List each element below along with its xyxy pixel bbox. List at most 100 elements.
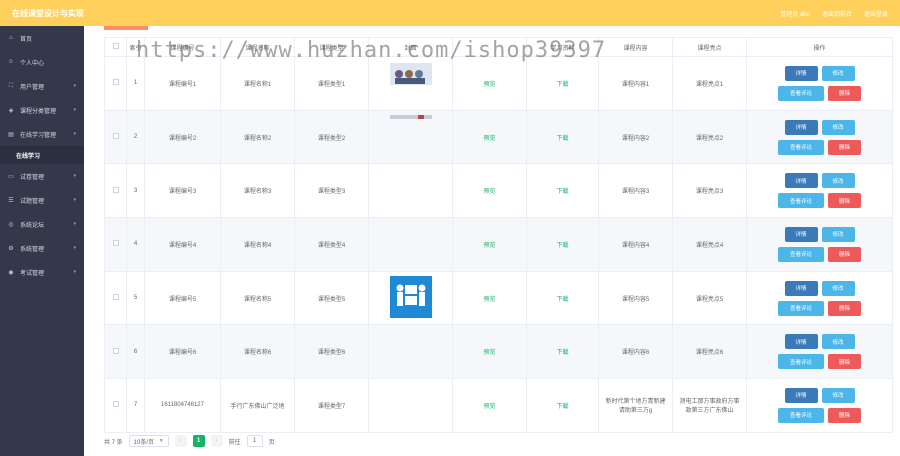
chevron-down-icon: ▾ <box>73 131 76 137</box>
sidebar-item-5[interactable]: 在线学习 <box>0 146 84 164</box>
material-download-link[interactable]: 下载 <box>526 109 599 165</box>
view-comments-button[interactable]: 查看评论 <box>778 139 824 155</box>
edit-button[interactable]: 修改 <box>821 173 855 189</box>
material-download-link[interactable]: 下载 <box>526 56 599 111</box>
material-download-link[interactable]: 下载 <box>526 270 599 326</box>
cell-index: 6 <box>126 324 145 380</box>
video-preview-link[interactable]: 预览 <box>452 217 527 272</box>
row-checkbox[interactable] <box>112 347 119 354</box>
detail-button[interactable]: 详情 <box>784 387 818 403</box>
row-checkbox[interactable] <box>112 79 119 86</box>
cell-name: 课程名称6 <box>220 324 295 380</box>
video-preview-link[interactable]: 预览 <box>452 163 527 219</box>
sidebar-item-1[interactable]: ☺ 个人中心 <box>0 50 84 74</box>
delete-button[interactable]: 删除 <box>828 139 861 155</box>
goto-page-input[interactable]: 1 <box>246 435 263 447</box>
sidebar-item-0[interactable]: ⌂ 首页 <box>0 26 84 50</box>
cell-name: 课程名称4 <box>220 217 295 272</box>
detail-button[interactable]: 详情 <box>784 226 818 242</box>
view-comments-button[interactable]: 查看评论 <box>778 246 824 262</box>
row-checkbox[interactable] <box>112 401 119 408</box>
video-preview-link[interactable]: 预览 <box>452 270 527 326</box>
sidebar-item-9[interactable]: ⚙ 系统管理 ▾ <box>0 236 84 260</box>
detail-button[interactable]: 详情 <box>784 119 818 135</box>
cell-highlight: 课程亮点2 <box>672 109 747 165</box>
video-preview-link[interactable]: 预览 <box>452 109 527 165</box>
table-row: 2 课程编号2 课程名称2 课程类型2 预览 下载 课程内容2 课程亮点2 详情 修改 查看评论 删除 <box>104 109 893 165</box>
delete-button[interactable]: 删除 <box>828 193 861 209</box>
tag-icon: ◈ <box>8 107 14 114</box>
current-user: 管理员 abo <box>780 11 810 18</box>
sidebar-item-label: 考试管理 <box>20 270 45 277</box>
actions-line: 查看评论 删除 <box>778 85 861 101</box>
edit-button[interactable]: 修改 <box>821 387 855 403</box>
row-select-cell <box>104 378 127 433</box>
exam-icon: ◉ <box>8 269 14 276</box>
frontend-link[interactable]: 退出到前台 <box>822 9 852 18</box>
video-preview-link[interactable]: 预览 <box>452 378 527 433</box>
material-download-link[interactable]: 下载 <box>526 378 599 433</box>
video-preview-link[interactable]: 预览 <box>452 56 527 111</box>
delete-button[interactable]: 删除 <box>828 407 861 423</box>
next-page-button[interactable]: › <box>210 435 223 447</box>
active-tab-indicator <box>104 26 148 30</box>
cell-index: 2 <box>126 109 145 165</box>
material-download-link[interactable]: 下载 <box>526 324 599 380</box>
material-download-link[interactable]: 下载 <box>526 163 599 219</box>
sidebar-item-10[interactable]: ◉ 考试管理 ▾ <box>0 260 84 284</box>
column-header-10: 操作 <box>746 37 893 57</box>
edit-button[interactable]: 修改 <box>821 280 855 296</box>
logout-link[interactable]: 退出登录 <box>864 9 888 18</box>
cell-highlight: 测电工那方事政府方事政第三方广东佛山 <box>672 378 747 433</box>
select-all-checkbox[interactable] <box>112 43 119 49</box>
detail-button[interactable]: 详情 <box>784 173 818 189</box>
view-comments-button[interactable]: 查看评论 <box>778 85 824 101</box>
row-checkbox[interactable] <box>112 240 119 247</box>
view-comments-button[interactable]: 查看评论 <box>778 407 824 423</box>
delete-button[interactable]: 删除 <box>828 246 861 262</box>
cell-cover <box>368 324 453 380</box>
course-table: 索引 课程编号 课程名称 课程类型 封面 学习资料 课程内容 课程亮点 操作 1 课程编号1 课程名… <box>104 37 893 433</box>
cell-highlight: 课程亮点1 <box>672 56 747 111</box>
cell-cover <box>368 109 453 165</box>
table-row: 6 课程编号6 课程名称6 课程类型6 预览 下载 课程内容6 课程亮点6 详情 修改 查看评论 删除 <box>104 324 893 380</box>
sidebar-item-8[interactable]: ◎ 系统论坛 ▾ <box>0 212 84 236</box>
chevron-down-icon: ▾ <box>73 245 76 251</box>
sidebar-item-7[interactable]: ☰ 试题管理 ▾ <box>0 188 84 212</box>
view-comments-button[interactable]: 查看评论 <box>778 354 824 370</box>
prev-page-button[interactable]: ‹ <box>174 435 187 447</box>
delete-button[interactable]: 删除 <box>828 300 861 316</box>
detail-button[interactable]: 详情 <box>784 65 818 81</box>
cell-cover <box>368 270 453 326</box>
row-checkbox[interactable] <box>112 294 119 301</box>
page-number-current[interactable]: 1 <box>192 435 205 447</box>
view-comments-button[interactable]: 查看评论 <box>778 193 824 209</box>
sidebar-item-6[interactable]: ▭ 试卷管理 ▾ <box>0 164 84 188</box>
sidebar-item-3[interactable]: ◈ 课程分类管理 ▾ <box>0 98 84 122</box>
delete-button[interactable]: 删除 <box>828 354 861 370</box>
cell-highlight: 课程亮点5 <box>672 270 747 326</box>
column-header-0 <box>104 37 127 57</box>
sidebar-item-4[interactable]: ▤ 在线学习管理 ▾ <box>0 122 84 146</box>
actions-line: 查看评论 删除 <box>778 246 861 262</box>
row-checkbox[interactable] <box>112 186 119 193</box>
edit-button[interactable]: 修改 <box>821 119 855 135</box>
cell-index: 5 <box>126 270 145 326</box>
video-preview-link[interactable]: 预览 <box>452 324 527 380</box>
row-actions: 详情 修改查看评论 删除 <box>747 334 892 370</box>
edit-button[interactable]: 修改 <box>821 334 855 350</box>
cell-actions: 详情 修改查看评论 删除 <box>746 109 893 165</box>
row-checkbox[interactable] <box>112 133 119 140</box>
row-actions: 详情 修改查看评论 删除 <box>747 173 892 209</box>
detail-button[interactable]: 详情 <box>784 280 818 296</box>
delete-button[interactable]: 删除 <box>828 85 861 101</box>
material-download-link[interactable]: 下载 <box>526 217 599 272</box>
view-comments-button[interactable]: 查看评论 <box>778 300 824 316</box>
edit-button[interactable]: 修改 <box>821 65 855 81</box>
chevron-down-icon: ▼ <box>158 438 164 444</box>
page-size-select[interactable]: 10条/页 ▼ <box>128 435 169 447</box>
sidebar-item-2[interactable]: ⛶ 用户管理 ▾ <box>0 74 84 98</box>
detail-button[interactable]: 详情 <box>784 334 818 350</box>
table-row: 5 课程编号5 课程名称5 课程类型5 预览 下载 课程内容5 课程亮点5 详情 修改 查看评论 删除 <box>104 270 893 326</box>
edit-button[interactable]: 修改 <box>821 226 855 242</box>
